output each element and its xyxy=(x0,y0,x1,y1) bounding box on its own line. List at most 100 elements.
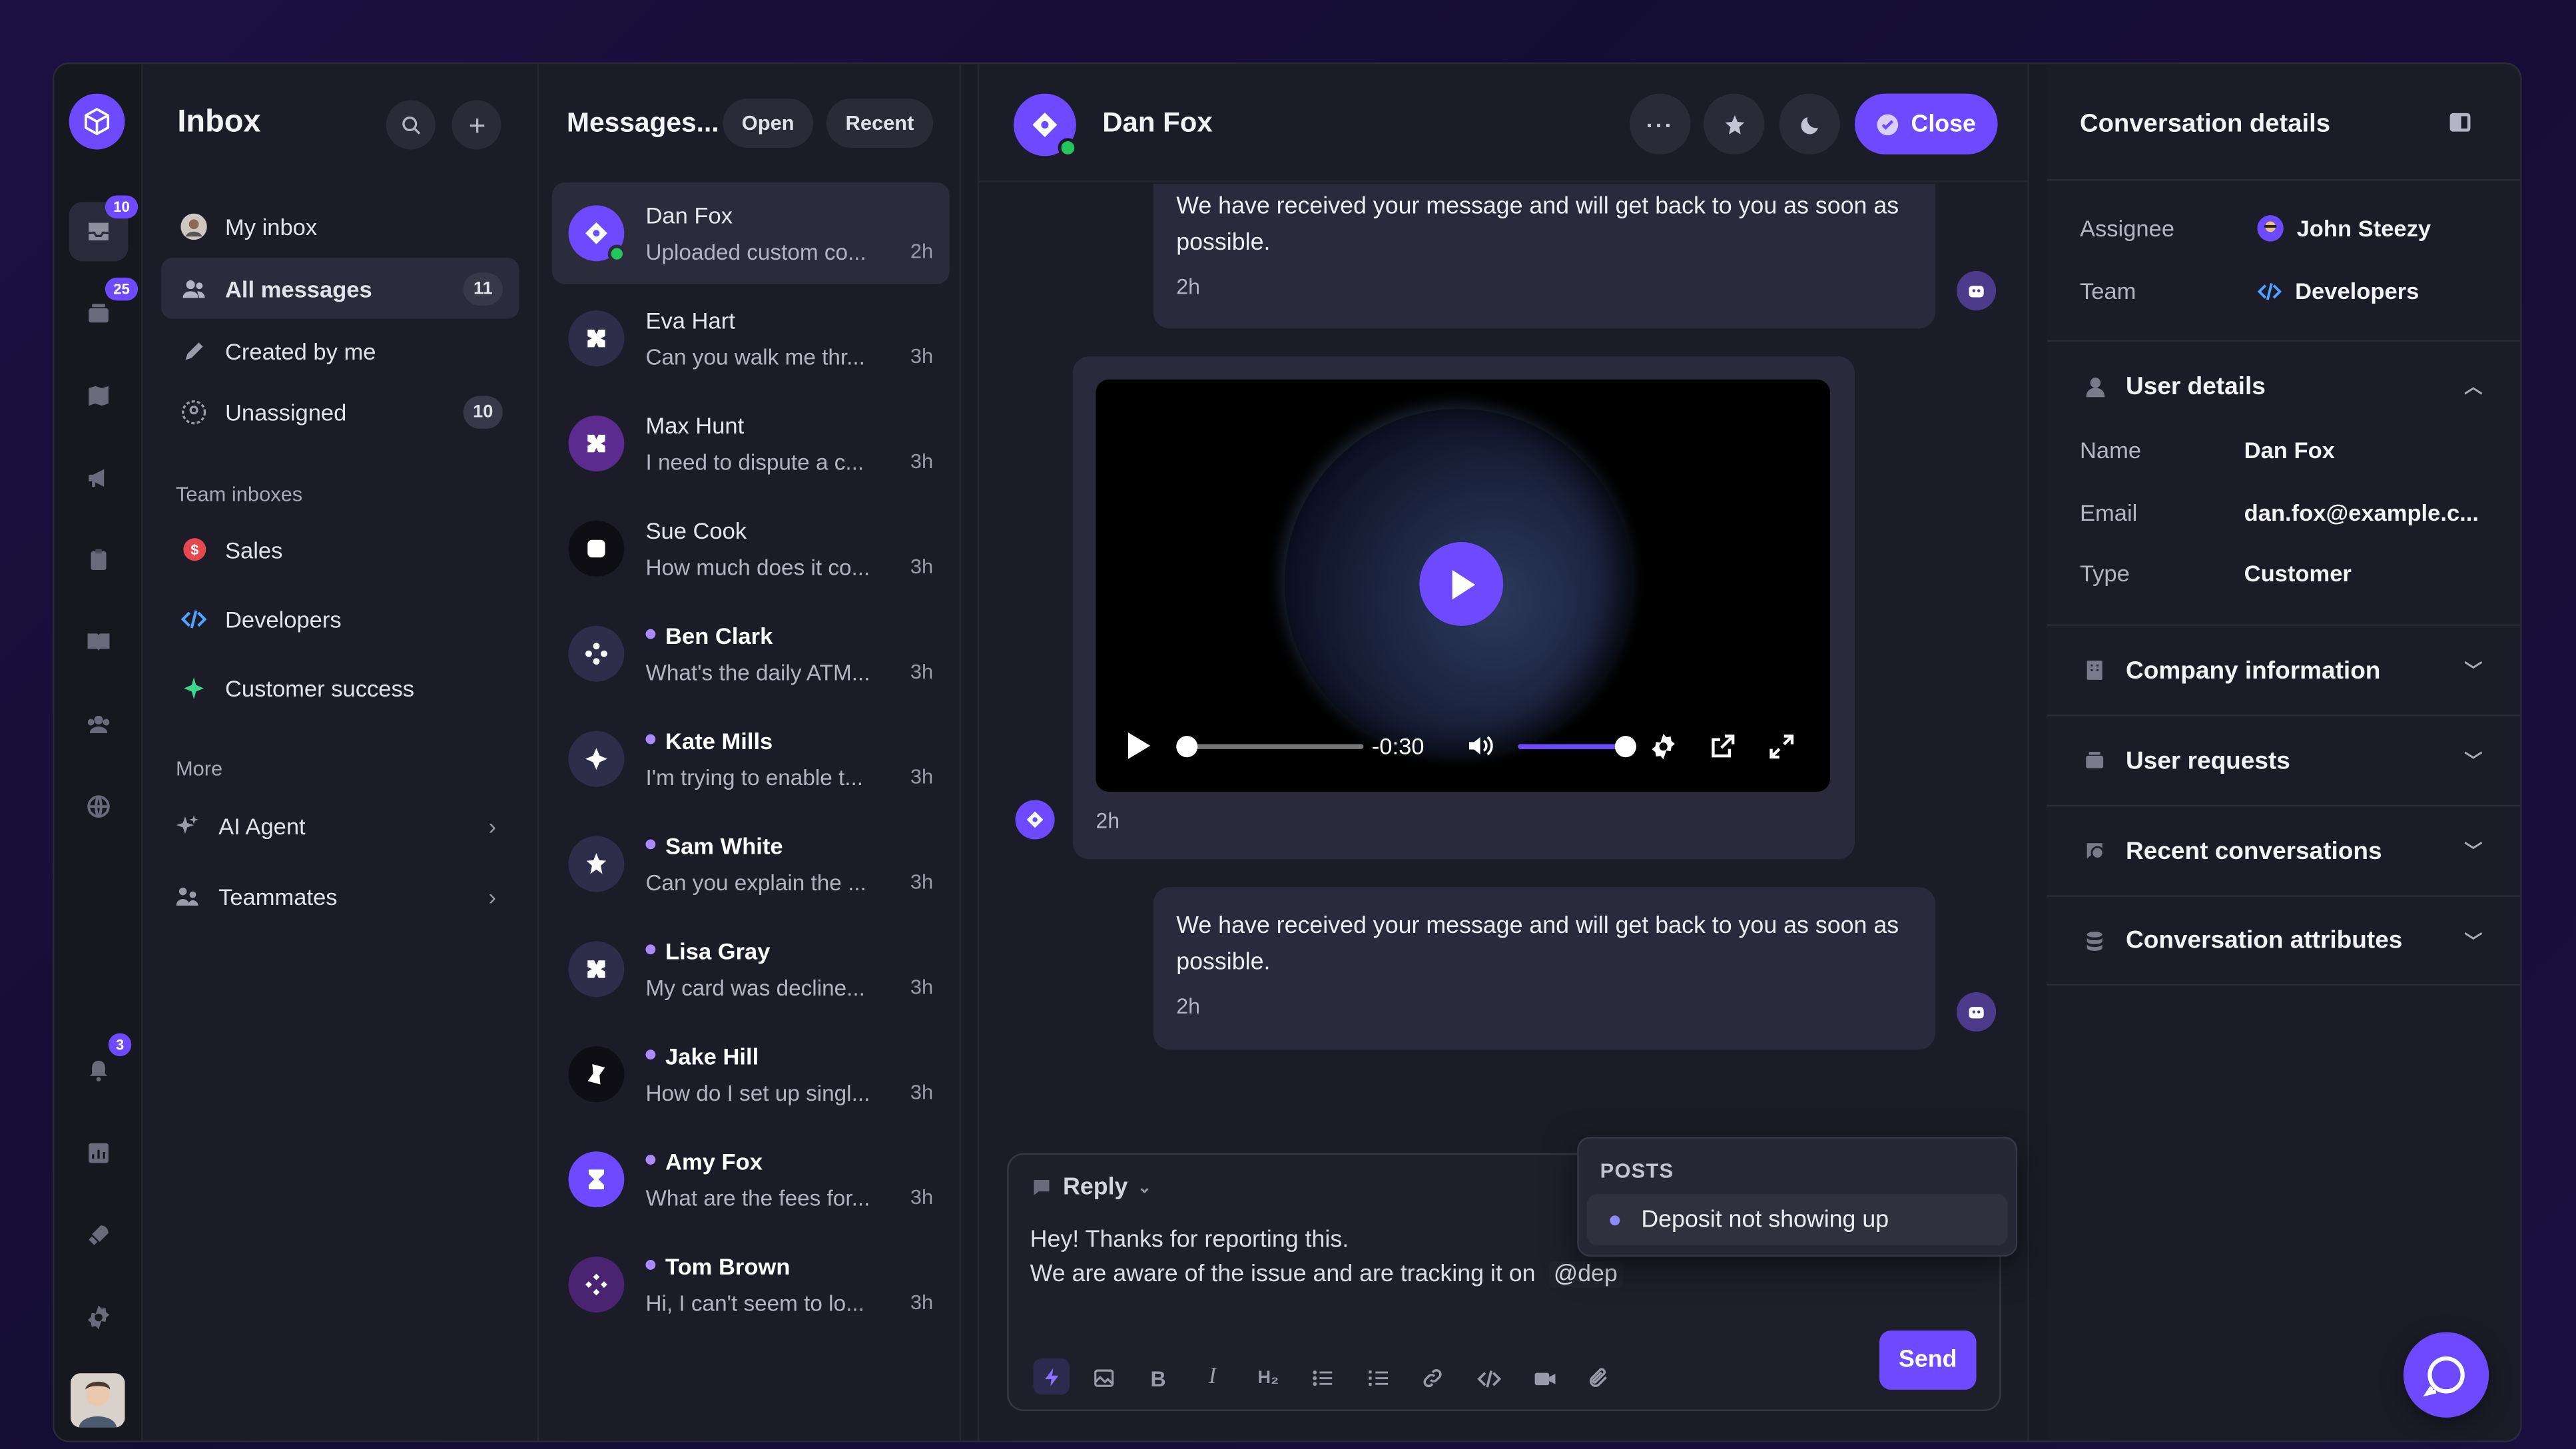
volume-button[interactable] xyxy=(1464,726,1496,765)
filter-open-button[interactable]: Open xyxy=(723,99,814,148)
current-user-avatar[interactable] xyxy=(71,1373,125,1428)
conversation-time: 3h xyxy=(910,1081,934,1104)
sidebar-item-teammates[interactable]: Teammates › xyxy=(161,866,519,926)
avatar xyxy=(568,1046,625,1103)
volume-slider[interactable] xyxy=(1518,726,1636,765)
chat-bubble-icon xyxy=(1030,1176,1054,1199)
sidebar-item-all-messages[interactable]: All messages 11 xyxy=(161,258,519,319)
sidebar-item-label: Teammates xyxy=(218,882,338,910)
section-label: User details xyxy=(2126,372,2266,400)
inbox-rail-button[interactable]: 10 xyxy=(69,195,139,262)
message-time: 2h xyxy=(1096,808,1120,833)
email-value[interactable]: dan.fox@example.c... xyxy=(2244,499,2479,525)
contact-name: Dan Fox xyxy=(1102,107,1213,139)
conversation-preview: Hi, I can't seem to lo... xyxy=(645,1291,864,1316)
reply-mode-dropdown[interactable]: Reply ⌄ xyxy=(1030,1175,1151,1201)
conversation-time: 3h xyxy=(910,555,934,579)
conversation-item-max-hunt[interactable]: Max Hunt I need to dispute a c... 3h xyxy=(552,393,950,495)
unread-dot xyxy=(645,1050,656,1060)
sidebar-item-ai-agent[interactable]: AI Agent › xyxy=(161,795,519,856)
numbered-list-button[interactable] xyxy=(1362,1362,1395,1394)
video-button[interactable] xyxy=(1528,1362,1560,1394)
seek-thumb[interactable] xyxy=(1176,734,1198,756)
globe-rail-button[interactable] xyxy=(69,777,129,836)
settings-rail-button[interactable] xyxy=(69,1288,129,1347)
toggle-panel-button[interactable] xyxy=(2448,110,2473,135)
conversation-item-dan-fox[interactable]: Dan Fox Uploaded custom co... 2h xyxy=(551,182,950,284)
video-seek-bar[interactable] xyxy=(1176,726,1364,765)
volume-thumb[interactable] xyxy=(1614,734,1636,756)
attach-button[interactable] xyxy=(1582,1362,1615,1394)
tray-icon xyxy=(2081,747,2107,773)
filter-recent-button[interactable]: Recent xyxy=(826,99,934,148)
section-label: Company information xyxy=(2126,656,2381,685)
conversation-attributes-section[interactable]: Conversation attributes ﹀ xyxy=(2047,895,2521,986)
conversation-item-jake-hill[interactable]: Jake Hill How do I set up singl... 3h xyxy=(552,1023,950,1125)
conversation-item-amy-fox[interactable]: Amy Fox What are the fees for... 3h xyxy=(552,1129,950,1231)
sidebar-item-label: Created by me xyxy=(224,337,376,364)
conversation-name: Lisa Gray xyxy=(645,938,771,964)
assignee-value[interactable]: John Steezy xyxy=(2257,215,2431,242)
video-player[interactable]: -0:30 xyxy=(1096,379,1831,792)
close-conversation-button[interactable]: Close xyxy=(1855,93,1998,154)
sidebar-search-button[interactable] xyxy=(386,100,436,150)
bold-button[interactable]: B xyxy=(1141,1362,1174,1394)
message-bubble: We have received your message and will g… xyxy=(1153,184,1935,329)
conversation-item-sue-cook[interactable]: Sue Cook How much does it co... 3h xyxy=(552,497,950,599)
user-details-section-header[interactable]: User details ︿ xyxy=(2047,340,2521,431)
video-popout-button[interactable] xyxy=(1708,726,1736,765)
chart-icon xyxy=(85,1140,111,1166)
snooze-button[interactable] xyxy=(1779,93,1840,154)
video-fullscreen-button[interactable] xyxy=(1768,726,1795,765)
conversation-item-lisa-gray[interactable]: Lisa Gray My card was decline... 3h xyxy=(552,918,950,1020)
conversation-item-ben-clark[interactable]: Ben Clark What's the daily ATM... 3h xyxy=(552,603,950,705)
building-icon xyxy=(2081,657,2107,683)
app-logo[interactable] xyxy=(69,93,125,150)
sidebar-item-developers[interactable]: Developers xyxy=(161,588,519,649)
megaphone-rail-button[interactable] xyxy=(69,448,129,507)
shortcuts-button[interactable] xyxy=(1033,1358,1070,1395)
italic-button[interactable]: I xyxy=(1196,1362,1229,1394)
company-information-section[interactable]: Company information ﹀ xyxy=(2047,624,2521,715)
video-settings-button[interactable] xyxy=(1650,726,1678,765)
video-message-bubble: -0:30 2h xyxy=(1072,356,1855,860)
contact-avatar[interactable] xyxy=(1014,93,1078,158)
team-value[interactable]: Developers xyxy=(2257,278,2419,304)
suggestion-item[interactable]: Deposit not showing up xyxy=(1586,1194,2008,1245)
reports-rail-button[interactable] xyxy=(69,531,129,590)
star-button[interactable] xyxy=(1704,93,1765,154)
conversation-item-tom-brown[interactable]: Tom Brown Hi, I can't seem to lo... 3h xyxy=(552,1234,950,1336)
sidebar-item-my-inbox[interactable]: My inbox xyxy=(161,196,519,256)
knowledge-rail-button[interactable] xyxy=(69,613,129,672)
send-button[interactable]: Send xyxy=(1879,1330,1977,1390)
sidebar-item-customer-success[interactable]: Customer success xyxy=(161,657,519,718)
contacts-rail-button[interactable] xyxy=(69,695,129,754)
bullet-dot xyxy=(1610,1215,1620,1225)
sidebar-item-unassigned[interactable]: Unassigned 10 xyxy=(161,381,519,441)
conversation-item-kate-mills[interactable]: Kate Mills I'm trying to enable t... 3h xyxy=(552,708,950,810)
sidebar-item-created-by-me[interactable]: Created by me xyxy=(161,320,519,381)
insert-image-button[interactable] xyxy=(1088,1362,1120,1394)
analytics-rail-button[interactable] xyxy=(69,1123,129,1183)
launch-rail-button[interactable] xyxy=(69,1206,129,1265)
chevron-down-icon: ⌄ xyxy=(1137,1178,1151,1197)
notifications-rail-button[interactable]: 3 xyxy=(69,1033,132,1099)
database-icon xyxy=(2081,928,2107,954)
link-button[interactable] xyxy=(1416,1362,1449,1394)
video-play-button[interactable] xyxy=(1124,726,1153,765)
video-play-overlay-button[interactable] xyxy=(1419,542,1504,626)
bullet-list-icon xyxy=(1311,1366,1335,1390)
recent-conversations-section[interactable]: Recent conversations ﹀ xyxy=(2047,804,2521,896)
conversation-item-sam-white[interactable]: Sam White Can you explain the ... 3h xyxy=(552,813,950,915)
bullet-list-button[interactable] xyxy=(1306,1362,1339,1394)
tickets-rail-button[interactable]: 25 xyxy=(69,277,139,344)
conversation-item-eva-hart[interactable]: Eva Hart Can you walk me thr... 3h xyxy=(552,288,950,390)
map-rail-button[interactable] xyxy=(69,366,129,426)
heading-button[interactable]: H₂ xyxy=(1252,1362,1285,1394)
sidebar-item-sales[interactable]: $ Sales xyxy=(161,519,519,580)
code-button[interactable] xyxy=(1472,1362,1504,1394)
more-options-button[interactable]: ··· xyxy=(1630,93,1691,154)
help-chat-button[interactable] xyxy=(2403,1332,2489,1418)
user-requests-section[interactable]: User requests ﹀ xyxy=(2047,715,2521,805)
sidebar-add-button[interactable] xyxy=(452,100,501,150)
